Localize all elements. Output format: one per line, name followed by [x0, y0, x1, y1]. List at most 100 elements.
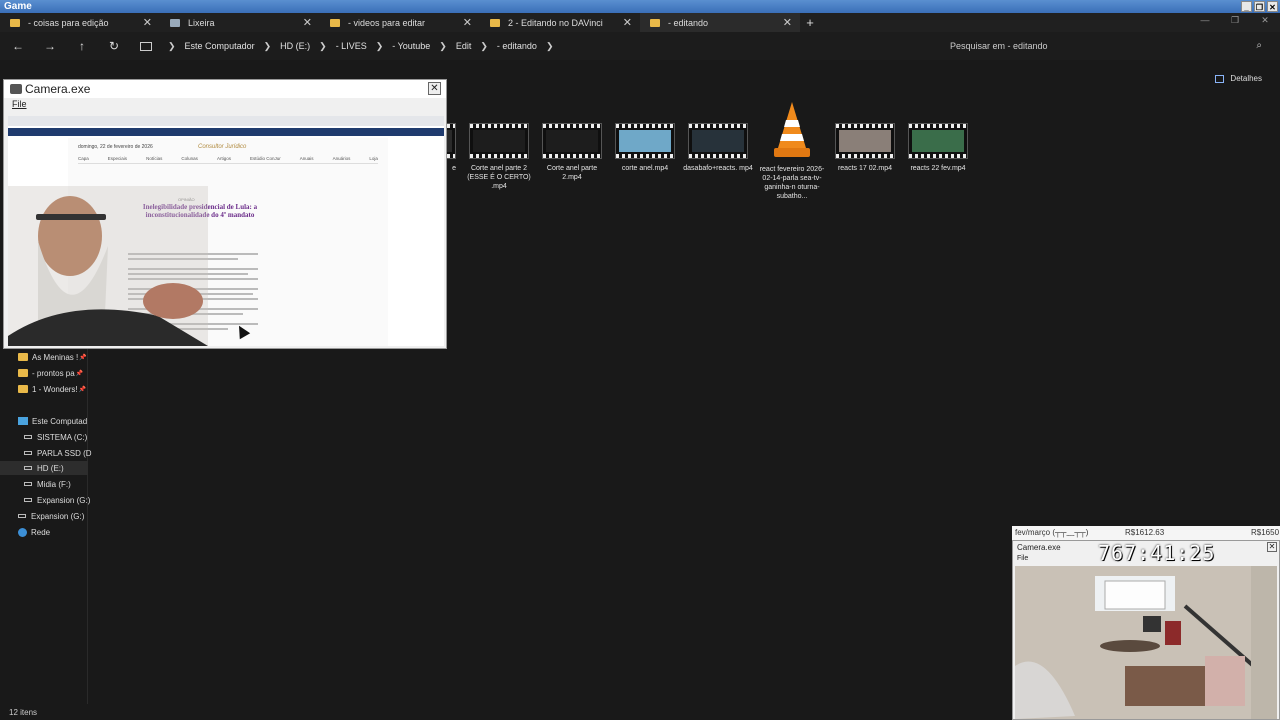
file-item[interactable]: dasabafo+reacts. mp4 — [683, 98, 753, 173]
sidebar-item-expansion[interactable]: Expansion (G:) — [24, 493, 90, 507]
breadcrumb-item[interactable]: - Youtube — [392, 41, 430, 51]
tab-coisas-para-edicao[interactable]: - coisas para edição ✕ — [0, 13, 160, 32]
chevron-right-icon[interactable]: ❯ — [264, 41, 272, 52]
donation-ticker: fev/março (┬┬﹏┬┬) R$1612.63 R$1650 — [1012, 526, 1280, 540]
room-webcam-image — [1015, 566, 1277, 719]
sidebar-item-label: Midia (F:) — [37, 479, 71, 489]
camera-window-title: Camera.exe — [25, 82, 91, 96]
details-button[interactable]: Detalhes — [1215, 74, 1262, 83]
tab-bar: - coisas para edição ✕ Lixeira ✕ - video… — [0, 13, 1280, 32]
thumbnail-fill — [839, 130, 891, 152]
explorer-window-controls: — ❐ ✕ — [1190, 13, 1280, 27]
details-label: Detalhes — [1230, 74, 1262, 83]
sidebar-item-as-meninas[interactable]: As Meninas ! 📌 — [18, 350, 87, 364]
close-tab-icon[interactable]: ✕ — [463, 16, 472, 29]
refresh-icon[interactable]: ↻ — [107, 39, 121, 53]
vlc-cone-icon — [772, 100, 812, 160]
sidebar-item-rede[interactable]: Rede — [18, 525, 50, 539]
sidebar-item-label: Expansion (G:) — [37, 495, 91, 505]
chevron-right-icon[interactable]: ❯ — [319, 41, 327, 52]
close-button[interactable]: ✕ — [1267, 542, 1277, 552]
monitor-icon[interactable] — [140, 41, 152, 51]
camera-feed: domingo, 22 de fevereiro de 2026 Consult… — [8, 116, 444, 346]
forward-arrow-icon[interactable]: → — [43, 39, 57, 53]
drive-icon — [18, 514, 26, 518]
browser-toolbar — [8, 116, 444, 126]
sidebar-item-este-computador[interactable]: Este Computad — [18, 414, 87, 428]
new-tab-button[interactable]: + — [800, 13, 820, 32]
sidebar-item-prontos[interactable]: - prontos pa 📌 — [18, 366, 83, 380]
tab-videos-para-editar[interactable]: - videos para editar ✕ — [320, 13, 480, 32]
close-button[interactable]: ✕ — [428, 82, 441, 95]
sidebar-item-label: As Meninas ! — [32, 352, 79, 362]
folder-icon — [490, 18, 500, 27]
file-item[interactable]: Corte anel parte 2 (ESSE É O CERTO) .mp4 — [464, 98, 534, 191]
minimize-icon[interactable]: — — [1190, 13, 1220, 27]
chevron-right-icon[interactable]: ❯ — [439, 41, 447, 52]
sidebar-item-sistema[interactable]: SISTEMA (C:) — [24, 430, 87, 444]
tab-lixeira[interactable]: Lixeira ✕ — [160, 13, 320, 32]
camera-window-2[interactable]: Camera.exe ✕ File — [1012, 540, 1280, 720]
video-thumbnail-icon — [469, 123, 529, 159]
breadcrumb-item[interactable]: Este Computador — [185, 41, 255, 51]
close-tab-icon[interactable]: ✕ — [143, 16, 152, 29]
search-icon[interactable]: ⌕ — [1256, 37, 1262, 55]
video-thumbnail-icon — [542, 123, 602, 159]
breadcrumb-item[interactable]: HD (E:) — [280, 41, 310, 51]
close-tab-icon[interactable]: ✕ — [783, 16, 792, 29]
drive-icon — [24, 482, 32, 486]
chevron-right-icon[interactable]: ❯ — [480, 41, 488, 52]
close-tab-icon[interactable]: ✕ — [623, 16, 632, 29]
site-menu-item: Colunas — [181, 156, 198, 161]
article-date: domingo, 22 de fevereiro de 2026 — [78, 144, 153, 150]
tab-label: - coisas para edição — [28, 17, 109, 28]
file-item[interactable]: react fevereiro 2026-02-14-parla sea-tv-… — [757, 98, 827, 201]
chevron-right-icon[interactable]: ❯ — [168, 41, 176, 52]
computer-icon — [18, 417, 28, 425]
sidebar-item-hd-e[interactable]: HD (E:) — [0, 461, 88, 475]
file-name: Corte anel parte 2 (ESSE É O CERTO) .mp4 — [467, 165, 531, 190]
video-thumbnail-icon — [688, 123, 748, 159]
chevron-right-icon[interactable]: ❯ — [376, 41, 384, 52]
site-logo: Consultor Jurídico — [198, 144, 247, 150]
folder-icon — [330, 18, 340, 27]
tab-editando-no-davinci[interactable]: 2 - Editando no DAVinci ✕ — [480, 13, 640, 32]
breadcrumb-item[interactable]: Edit — [456, 41, 472, 51]
close-button[interactable]: ✕ — [1267, 1, 1278, 12]
restore-button[interactable]: ❐ — [1254, 1, 1265, 12]
window-title: Game — [4, 1, 32, 12]
up-arrow-icon[interactable]: ↑ — [75, 39, 89, 53]
sidebar-item-wonders[interactable]: 1 - Wonders! 📌 — [18, 382, 86, 396]
chevron-right-icon[interactable]: ❯ — [546, 41, 554, 52]
site-menu: Capa Especiais Notícias Colunas Artigos … — [78, 156, 378, 164]
folder-icon — [18, 385, 28, 393]
minimize-button[interactable]: _ — [1241, 1, 1252, 12]
close-icon[interactable]: ✕ — [1250, 13, 1280, 27]
window-controls: _ ❐ ✕ — [1241, 1, 1278, 12]
sidebar-item-parla-ssd[interactable]: PARLA SSD (D — [24, 446, 92, 460]
search-input[interactable]: Pesquisar em - editando ⌕ — [940, 37, 1270, 55]
breadcrumb-item[interactable]: - LIVES — [336, 41, 367, 51]
site-menu-item: Especiais — [107, 156, 128, 161]
video-thumbnail-icon — [835, 123, 895, 159]
sidebar-item-midia[interactable]: Midia (F:) — [24, 477, 71, 491]
maximize-icon[interactable]: ❐ — [1220, 13, 1250, 27]
tab-editando[interactable]: - editando ✕ — [640, 13, 800, 32]
camera-window[interactable]: Camera.exe ✕ File domingo, 22 de feverei… — [3, 79, 447, 349]
sidebar-item-expansion-2[interactable]: Expansion (G:) — [18, 509, 84, 523]
recycle-bin-icon — [170, 18, 180, 27]
pin-icon: 📌 — [79, 354, 87, 361]
sidebar-item-label: - prontos pa — [32, 368, 75, 378]
file-item[interactable]: reacts 22 fev.mp4 — [903, 98, 973, 173]
breadcrumb-item[interactable]: - editando — [497, 41, 537, 51]
file-item[interactable]: reacts 17 02.mp4 — [830, 98, 900, 173]
file-item[interactable]: Corte anel parte 2.mp4 — [537, 98, 607, 182]
back-arrow-icon[interactable]: ← — [11, 39, 25, 53]
streamer-webcam-image — [8, 186, 208, 346]
navigation-pane: As Meninas ! 📌 - prontos pa 📌 1 - Wonder… — [0, 348, 92, 704]
menu-file[interactable]: File — [4, 98, 446, 110]
tab-label: - editando — [668, 17, 709, 28]
file-item[interactable]: corte anel.mp4 — [610, 98, 680, 173]
close-tab-icon[interactable]: ✕ — [303, 16, 312, 29]
file-name: e — [452, 165, 456, 172]
